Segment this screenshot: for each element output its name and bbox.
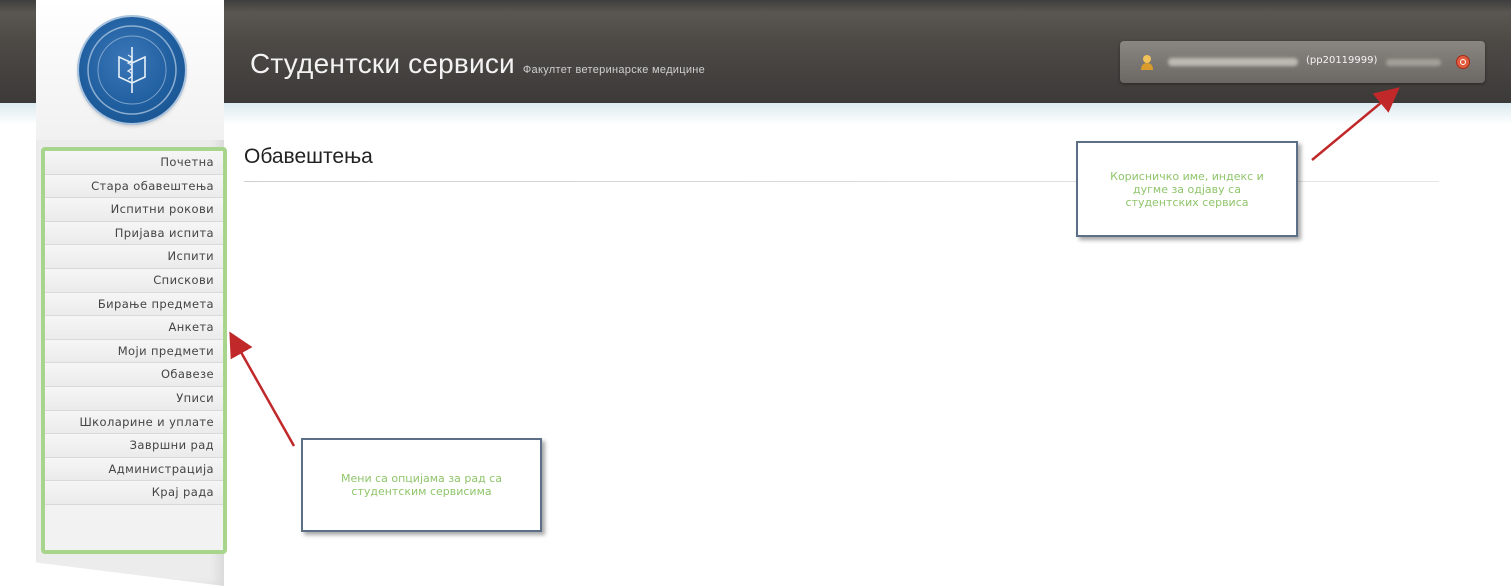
annotation-arrows [229,87,1400,447]
arrow-to-menu [229,331,296,447]
arrow-to-user-panel [1311,87,1400,161]
